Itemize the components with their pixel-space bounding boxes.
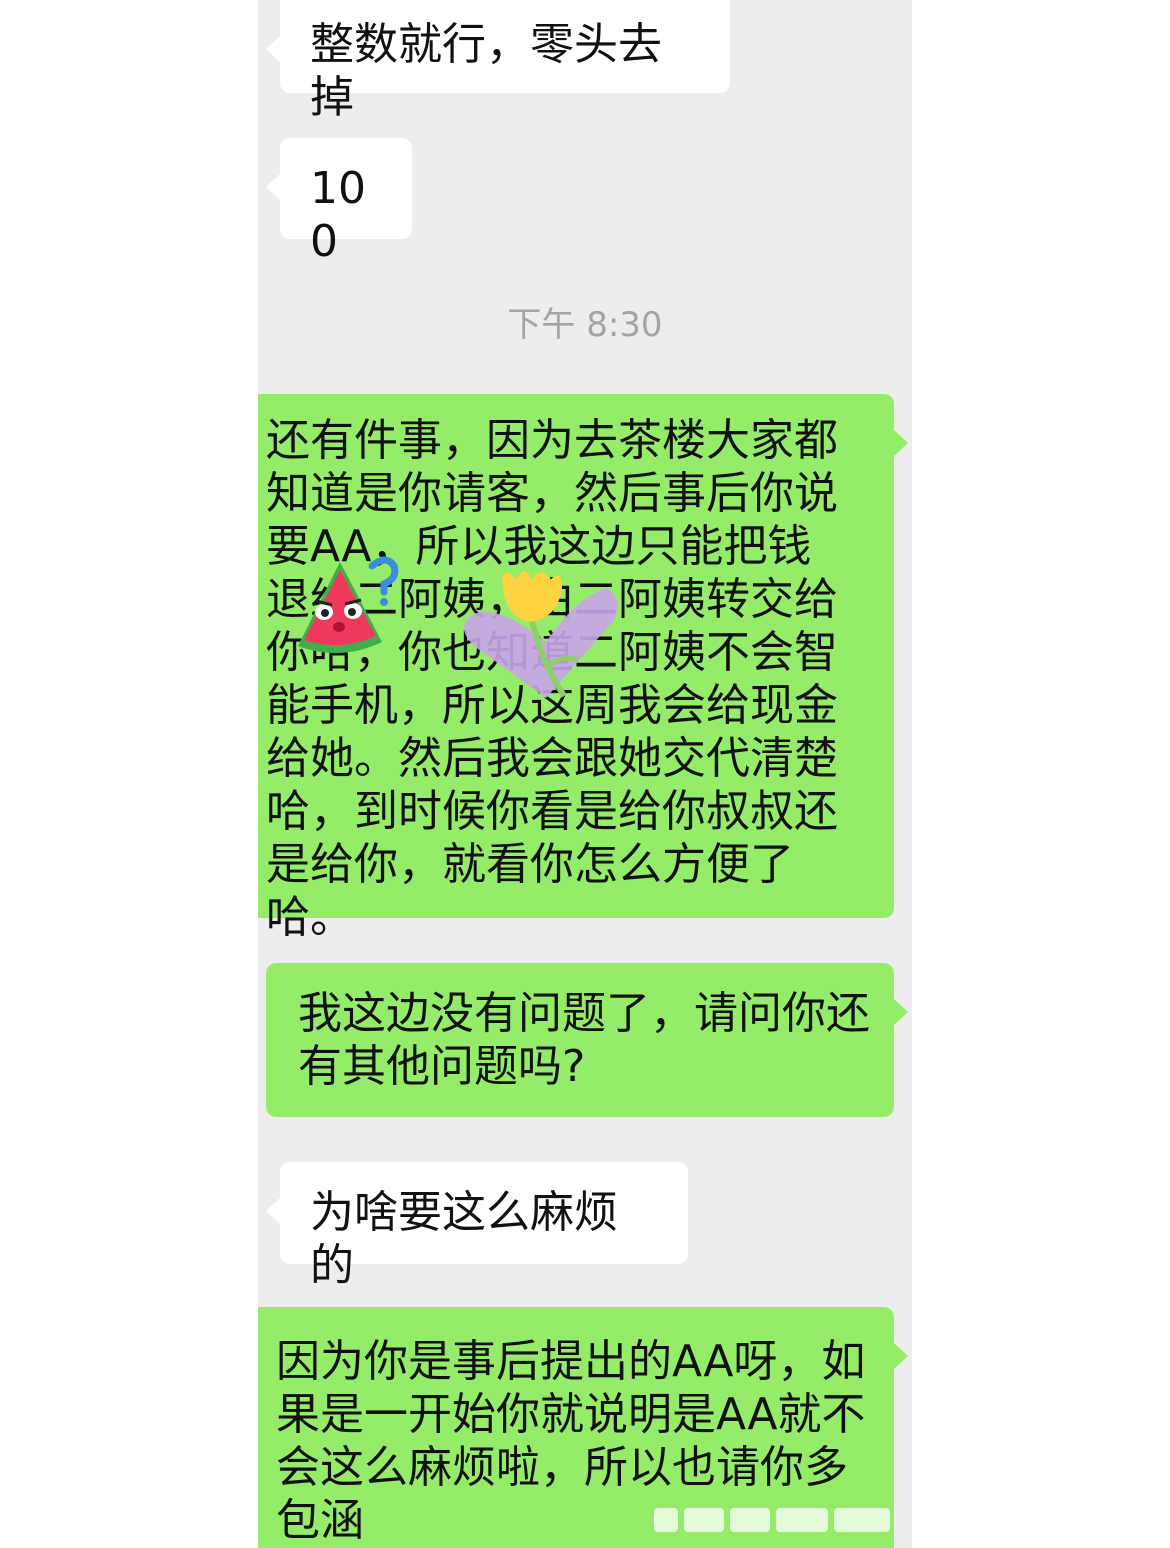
watermelon-question-sticker[interactable] xyxy=(290,552,400,660)
message-text: 100 xyxy=(310,163,366,267)
watermark-icon xyxy=(654,1508,890,1532)
message-text: 整数就行，零头去掉 xyxy=(310,19,662,123)
message-text: 我这边没有问题了，请问你还有其他问题吗? xyxy=(298,988,870,1092)
message-timestamp: 下午 8:30 xyxy=(507,305,663,345)
message-bubble-received[interactable]: 整数就行，零头去掉 xyxy=(266,0,730,123)
message-bubble-received[interactable]: 为啥要这么麻烦的 xyxy=(266,1162,688,1291)
screenshot-page: 整数就行，零头去掉 100 下午 8:30 还有件事，因为去茶楼大家都知道是你请… xyxy=(0,0,1170,1548)
message-bubble-sent[interactable]: 我这边没有问题了，请问你还有其他问题吗? xyxy=(266,963,908,1117)
message-text: 为啥要这么麻烦的 xyxy=(310,1187,618,1291)
chat-panel[interactable]: 整数就行，零头去掉 100 下午 8:30 还有件事，因为去茶楼大家都知道是你请… xyxy=(258,0,912,1548)
message-bubble-received[interactable]: 100 xyxy=(266,138,412,267)
tulip-heart-sticker[interactable] xyxy=(454,558,624,708)
